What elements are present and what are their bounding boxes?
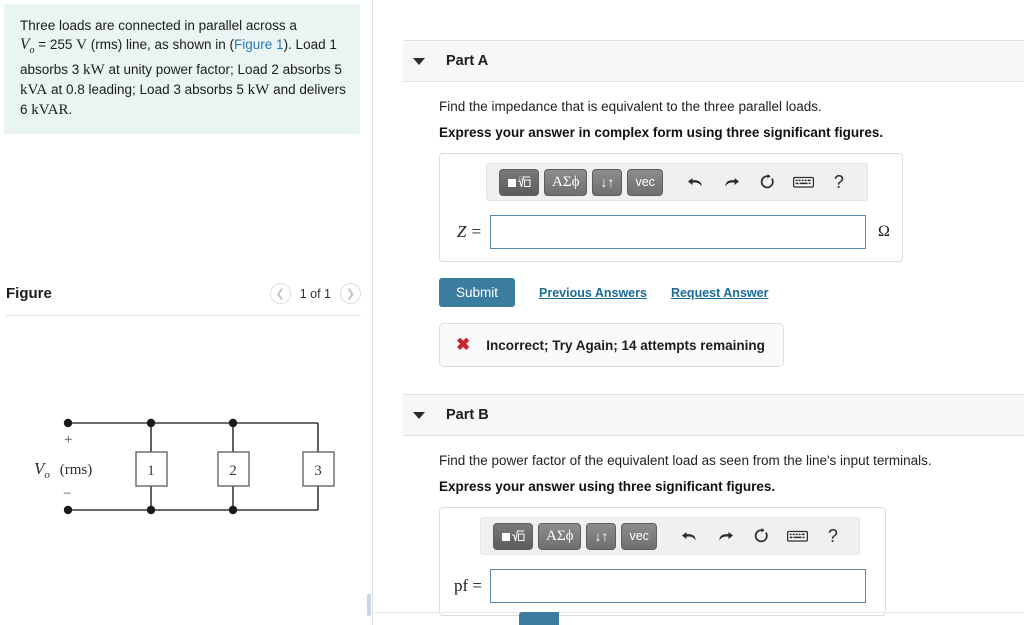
vector-button[interactable]: vec xyxy=(621,522,657,550)
part-b-header[interactable]: Part B xyxy=(403,394,1024,436)
svg-text:2: 2 xyxy=(229,463,237,479)
part-a-input-row: Z = Ω xyxy=(450,215,892,249)
part-b-section: Part B Find the power factor of the equi… xyxy=(374,394,1024,616)
left-panel: Three loads are connected in parallel ac… xyxy=(0,0,373,625)
part-a-instruction: Express your answer in complex form usin… xyxy=(439,125,884,140)
template-icon-button[interactable]: □ xyxy=(499,168,539,196)
kw-unit-2: kW xyxy=(247,82,270,99)
svg-text:1: 1 xyxy=(147,463,155,479)
part-b-label: Part B xyxy=(446,407,489,423)
redo-button[interactable] xyxy=(717,169,747,195)
keyboard-button[interactable] xyxy=(783,523,813,549)
template-icon-button[interactable] xyxy=(493,522,533,550)
undo-icon xyxy=(682,531,696,540)
problem-frag-2: at unity power factor; Load 2 absorbs 5 xyxy=(104,62,342,78)
part-b-answer-card: ΑΣϕ ↓↑ vec ? pf = xyxy=(439,507,886,616)
svg-text:Vo: Vo xyxy=(34,459,50,481)
reset-button[interactable] xyxy=(753,169,783,195)
undo-button[interactable] xyxy=(675,523,705,549)
part-b-submit-clipped[interactable] xyxy=(439,612,559,625)
redo-icon xyxy=(725,177,740,186)
chevron-left-icon: ❮ xyxy=(275,288,285,300)
figure-1-link[interactable]: Figure 1 xyxy=(234,37,284,52)
part-a-previous-answers-link[interactable]: Previous Answers xyxy=(539,286,647,300)
part-a-submit-button[interactable]: Submit xyxy=(439,278,516,307)
problem-line-1: Three loads are connected in parallel ac… xyxy=(20,18,297,33)
kvar-unit: kVAR xyxy=(31,102,69,119)
redo-button[interactable] xyxy=(711,523,741,549)
chevron-right-icon: ❯ xyxy=(345,288,356,300)
chevron-down-icon[interactable] xyxy=(413,57,425,65)
part-a-prompt: Find the impedance that is equivalent to… xyxy=(439,99,822,114)
problem-frag-3: at 0.8 leading; Load 3 absorbs 5 xyxy=(47,82,248,98)
reset-button[interactable] xyxy=(747,523,777,549)
figure-page-count: 1 of 1 xyxy=(299,286,331,301)
problem-statement-text: Three loads are connected in parallel ac… xyxy=(20,16,346,120)
figure-title: Figure xyxy=(6,285,52,302)
svg-text:−: − xyxy=(63,486,71,502)
figure-prev-button[interactable]: ❮ xyxy=(269,283,291,304)
figure-pagination: ❮ 1 of 1 ❯ xyxy=(269,283,361,304)
help-button[interactable]: ? xyxy=(823,526,843,547)
part-b-prompt: Find the power factor of the equivalent … xyxy=(439,453,932,468)
volt-unit: V xyxy=(76,37,87,53)
part-a-feedback-banner: ✖ Incorrect; Try Again; 14 attempts rema… xyxy=(439,323,784,367)
figure-header: Figure ❮ 1 of 1 ❯ xyxy=(6,283,361,304)
part-a-header[interactable]: Part A xyxy=(403,40,1024,82)
part-b-answer-input[interactable] xyxy=(490,569,866,603)
part-a-label: Part A xyxy=(446,53,489,69)
part-a-answer-input[interactable] xyxy=(490,215,866,249)
problem-frag-5: . xyxy=(68,102,73,118)
part-b-answer-label: pf = xyxy=(454,576,482,595)
svg-text:3: 3 xyxy=(314,463,322,479)
vector-button[interactable]: vec xyxy=(627,168,663,196)
part-a-section: Part A Find the impedance that is equiva… xyxy=(374,40,1024,367)
right-panel: Part A Find the impedance that is equiva… xyxy=(374,0,1024,625)
incorrect-x-icon: ✖ xyxy=(456,335,471,354)
chevron-down-icon[interactable] xyxy=(413,411,425,419)
sort-arrows-button[interactable]: ↓↑ xyxy=(586,522,617,550)
left-panel-scrollbar[interactable] xyxy=(367,594,371,616)
part-a-math-toolbar: □ ΑΣϕ ↓↑ vec ? xyxy=(486,163,868,201)
figure-next-button[interactable]: ❯ xyxy=(340,283,361,304)
part-b-input-row: pf = xyxy=(450,569,875,603)
part-b-instruction: Express your answer using three signific… xyxy=(439,479,776,494)
part-a-request-answer-link[interactable]: Request Answer xyxy=(671,286,768,300)
svg-text:+: + xyxy=(64,432,72,448)
part-b-math-toolbar: ΑΣϕ ↓↑ vec ? xyxy=(480,517,860,555)
part-a-answer-label: Z = xyxy=(456,222,482,241)
problem-frag-1b: = 255 xyxy=(34,37,77,52)
keyboard-icon xyxy=(793,176,815,188)
part-b-body: Find the power factor of the equivalent … xyxy=(374,453,1024,616)
template-icon: □ xyxy=(508,176,531,188)
sort-arrows-button[interactable]: ↓↑ xyxy=(592,168,623,196)
circuit-diagram: 1 2 3 + − Vo (rms) xyxy=(0,330,372,590)
page-root: Three loads are connected in parallel ac… xyxy=(0,0,1024,625)
greek-symbols-button[interactable]: ΑΣϕ xyxy=(538,522,582,550)
voltage-symbol: Vo xyxy=(20,36,35,57)
figure-divider xyxy=(6,315,361,316)
part-a-body: Find the impedance that is equivalent to… xyxy=(374,99,1024,367)
svg-text:(rms): (rms) xyxy=(60,462,93,478)
undo-button[interactable] xyxy=(681,169,711,195)
greek-symbols-button[interactable]: ΑΣϕ xyxy=(544,168,588,196)
part-b-submit-button[interactable] xyxy=(519,612,559,625)
part-a-feedback-text: Incorrect; Try Again; 14 attempts remain… xyxy=(486,337,765,353)
part-a-answer-card: □ ΑΣϕ ↓↑ vec ? Z = Ω xyxy=(439,153,903,262)
reset-icon xyxy=(761,174,775,189)
problem-frag-1c: (rms) line, as shown in ( xyxy=(86,37,235,52)
redo-icon xyxy=(719,531,734,540)
circuit-diagram-svg: 1 2 3 + − Vo (rms) xyxy=(34,418,335,515)
template-icon xyxy=(502,530,525,542)
part-a-actions: Submit Previous Answers Request Answer xyxy=(439,278,1004,307)
keyboard-button[interactable] xyxy=(789,169,819,195)
reset-icon xyxy=(755,528,769,543)
kw-unit: kW xyxy=(83,62,105,79)
problem-statement-box: Three loads are connected in parallel ac… xyxy=(4,4,360,135)
part-a-unit-label: Ω xyxy=(878,223,890,240)
kva-unit: kVA xyxy=(20,82,48,99)
keyboard-icon xyxy=(787,530,809,542)
help-button[interactable]: ? xyxy=(829,172,849,193)
undo-icon xyxy=(688,177,702,186)
